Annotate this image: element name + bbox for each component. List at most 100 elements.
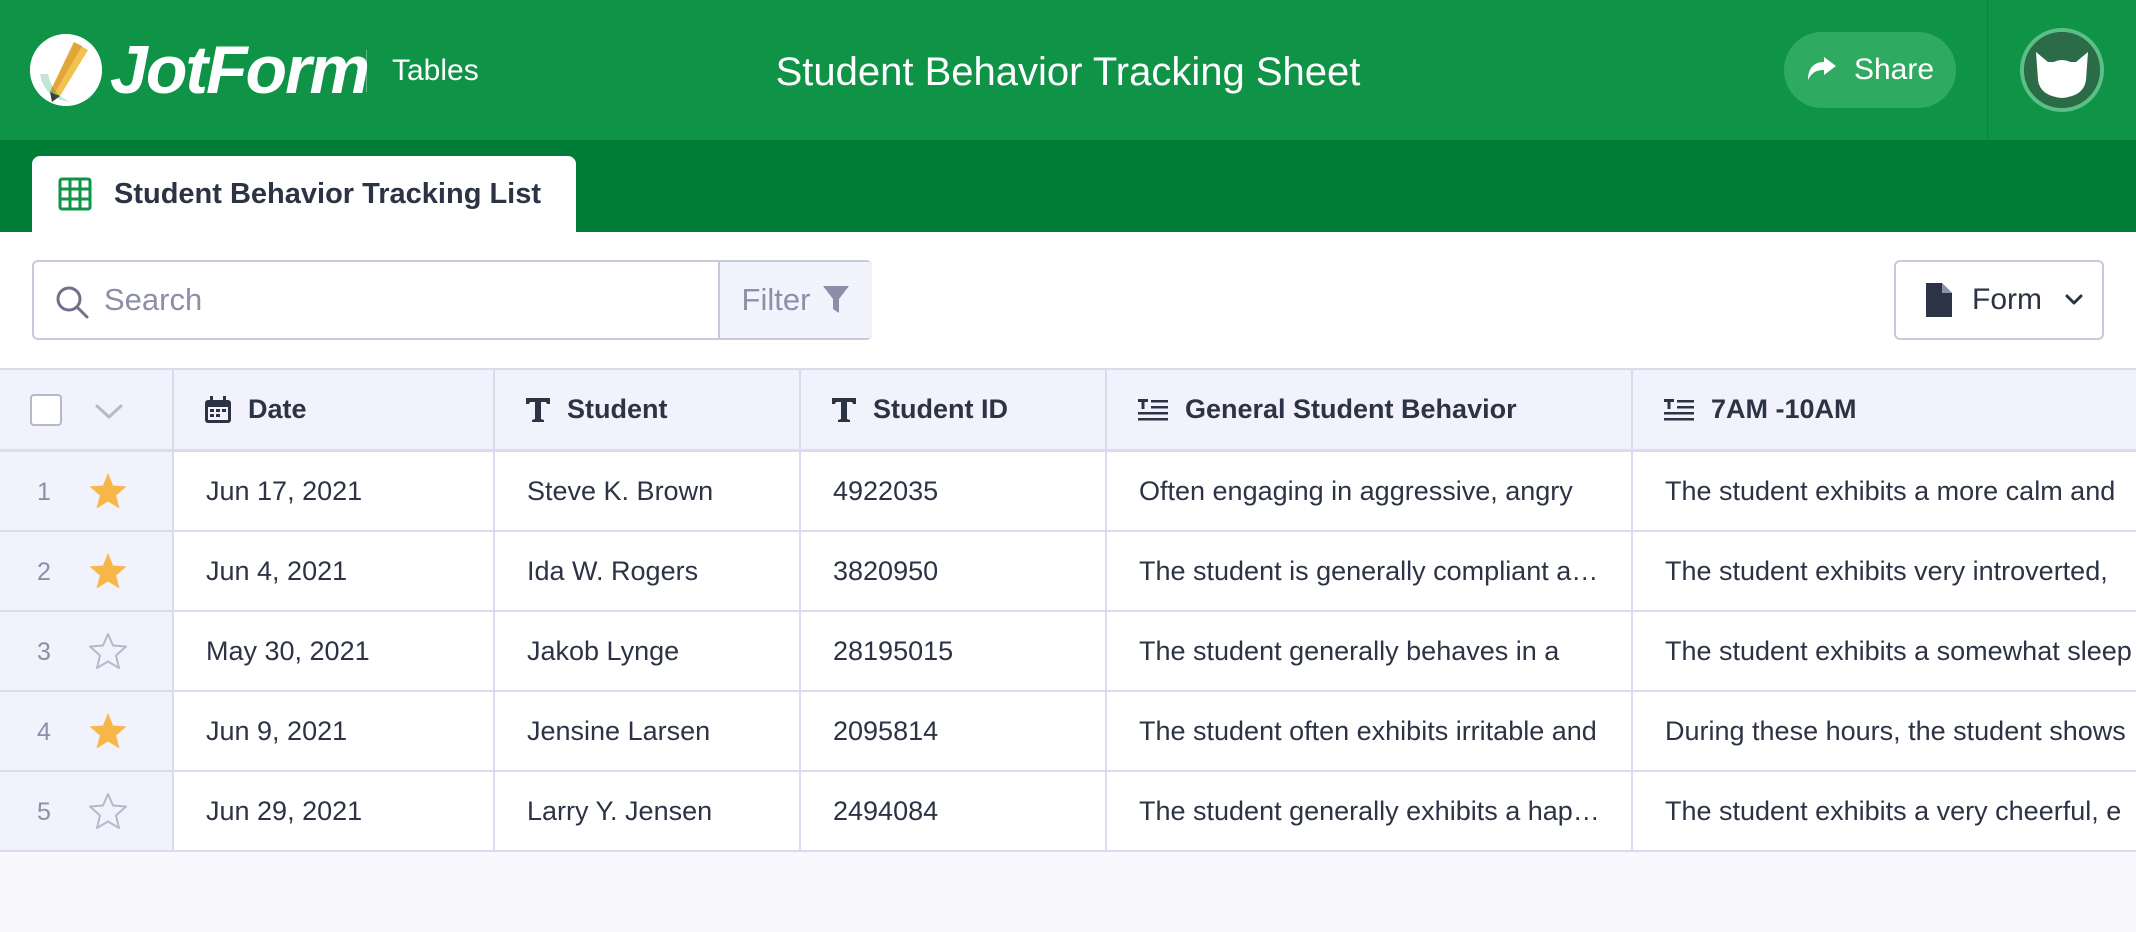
table-row[interactable]: 3 May 30, 2021 Jakob Lynge 28195015 The …: [0, 612, 2136, 692]
long-text-icon: [1138, 398, 1168, 420]
row-select-cell: 1: [0, 452, 174, 530]
user-avatar[interactable]: [2020, 28, 2104, 112]
row-number: 3: [37, 637, 51, 666]
cell-text: Often engaging in aggressive, angry: [1139, 475, 1573, 506]
star-outline-icon[interactable]: [88, 631, 128, 671]
cell-general-behavior[interactable]: The student often exhibits irritable and: [1107, 692, 1633, 770]
cell-student-id[interactable]: 2494084: [801, 772, 1107, 850]
long-text-icon: [1664, 398, 1694, 420]
chevron-down-icon: [2065, 294, 2083, 305]
cell-student-id[interactable]: 3820950: [801, 532, 1107, 610]
table-row[interactable]: 5 Jun 29, 2021 Larry Y. Jensen 2494084 T…: [0, 772, 2136, 852]
cell-student[interactable]: Steve K. Brown: [495, 452, 801, 530]
form-label: Form: [1972, 283, 2042, 316]
column-label: Date: [248, 394, 307, 424]
star-filled-icon[interactable]: [88, 551, 128, 591]
cell-student[interactable]: Jakob Lynge: [495, 612, 801, 690]
cell-text: The student generally behaves in a: [1139, 635, 1560, 666]
cell-date[interactable]: Jun 9, 2021: [174, 692, 495, 770]
search-box: Filter: [32, 260, 872, 340]
table-grid-icon: [58, 177, 92, 211]
column-label: General Student Behavior: [1185, 394, 1517, 424]
table-header-row: Date Student Student ID General Student …: [0, 370, 2136, 452]
cell-student-id[interactable]: 2095814: [801, 692, 1107, 770]
select-all-checkbox[interactable]: [30, 394, 62, 426]
cell-date[interactable]: Jun 17, 2021: [174, 452, 495, 530]
cell-general-behavior[interactable]: The student generally behaves in a: [1107, 612, 1633, 690]
search-icon: [56, 286, 89, 319]
cell-text: Jun 9, 2021: [206, 715, 348, 746]
column-header-general-behavior[interactable]: General Student Behavior: [1107, 370, 1633, 449]
table-row[interactable]: 4 Jun 9, 2021 Jensine Larsen 2095814 The…: [0, 692, 2136, 772]
row-select-cell: 4: [0, 692, 174, 770]
jotform-logo-icon[interactable]: [30, 34, 102, 106]
cell-text: 2095814: [833, 715, 939, 746]
toolbar: Filter Form: [0, 232, 2136, 368]
app-header: JotForm Tables Student Behavior Tracking…: [0, 0, 2136, 140]
row-select-cell: 3: [0, 612, 174, 690]
cell-general-behavior[interactable]: Often engaging in aggressive, angry: [1107, 452, 1633, 530]
cell-student[interactable]: Jensine Larsen: [495, 692, 801, 770]
column-header-student-id[interactable]: Student ID: [801, 370, 1107, 449]
filter-funnel-icon: [823, 286, 850, 313]
data-table: Date Student Student ID General Student …: [0, 368, 2136, 932]
cell-date[interactable]: May 30, 2021: [174, 612, 495, 690]
cell-7am-10am[interactable]: The student exhibits a more calm and: [1633, 452, 2136, 530]
cell-date[interactable]: Jun 29, 2021: [174, 772, 495, 850]
filter-label: Filter: [741, 282, 811, 317]
cell-text: The student exhibits a very cheerful, e: [1665, 795, 2122, 826]
form-button[interactable]: Form: [1894, 260, 2104, 340]
header-divider: [366, 50, 367, 92]
chevron-down-icon[interactable]: [94, 403, 124, 421]
section-label[interactable]: Tables: [392, 50, 479, 92]
cell-student-id[interactable]: 4922035: [801, 452, 1107, 530]
cell-student-id[interactable]: 28195015: [801, 612, 1107, 690]
tab-student-behavior-tracking-list[interactable]: Student Behavior Tracking List: [32, 156, 576, 232]
row-number: 1: [37, 477, 51, 506]
star-filled-icon[interactable]: [88, 471, 128, 511]
cell-text: Steve K. Brown: [527, 475, 714, 506]
cell-student[interactable]: Larry Y. Jensen: [495, 772, 801, 850]
column-label: 7AM -10AM: [1711, 394, 1857, 424]
calendar-icon: [205, 395, 231, 423]
cell-text: Larry Y. Jensen: [527, 795, 713, 826]
cell-text: 28195015: [833, 635, 954, 666]
cell-text: During these hours, the student shows: [1665, 715, 2126, 746]
cell-text: May 30, 2021: [206, 635, 370, 666]
cell-text: Jun 17, 2021: [206, 475, 363, 506]
star-filled-icon[interactable]: [88, 711, 128, 751]
cell-7am-10am[interactable]: The student exhibits a somewhat sleep: [1633, 612, 2136, 690]
cell-text: Ida W. Rogers: [527, 555, 699, 586]
cell-text: The student exhibits a more calm and: [1665, 475, 2116, 506]
column-label: Student ID: [873, 394, 1008, 424]
cell-7am-10am[interactable]: During these hours, the student shows: [1633, 692, 2136, 770]
cell-general-behavior[interactable]: The student is generally compliant and: [1107, 532, 1633, 610]
share-button[interactable]: Share: [1784, 32, 1956, 108]
row-select-cell: 2: [0, 532, 174, 610]
cell-text: The student is generally compliant and: [1139, 555, 1602, 586]
cell-7am-10am[interactable]: The student exhibits a very cheerful, e: [1633, 772, 2136, 850]
column-header-student[interactable]: Student: [495, 370, 801, 449]
search-input[interactable]: [104, 262, 744, 338]
cell-text: 3820950: [833, 555, 939, 586]
column-header-date[interactable]: Date: [174, 370, 495, 449]
row-select-cell: 5: [0, 772, 174, 850]
column-header-7am-10am[interactable]: 7AM -10AM: [1633, 370, 2136, 449]
tab-label: Student Behavior Tracking List: [114, 177, 542, 210]
cell-student[interactable]: Ida W. Rogers: [495, 532, 801, 610]
star-outline-icon[interactable]: [88, 791, 128, 831]
filter-button[interactable]: Filter: [718, 262, 872, 338]
header-divider-right: [1987, 0, 1988, 140]
column-label: Student: [567, 394, 668, 424]
cell-text: The student generally exhibits a happy: [1139, 795, 1602, 826]
cell-date[interactable]: Jun 4, 2021: [174, 532, 495, 610]
page-title: Student Behavior Tracking Sheet: [775, 50, 1361, 94]
table-row[interactable]: 2 Jun 4, 2021 Ida W. Rogers 3820950 The …: [0, 532, 2136, 612]
share-label: Share: [1853, 53, 1935, 86]
document-icon: [1926, 283, 1952, 317]
table-row[interactable]: 1 Jun 17, 2021 Steve K. Brown 4922035 Of…: [0, 452, 2136, 532]
row-number: 5: [37, 797, 51, 826]
cell-7am-10am[interactable]: The student exhibits very introverted,: [1633, 532, 2136, 610]
jotform-logo-text[interactable]: JotForm: [110, 26, 370, 114]
cell-general-behavior[interactable]: The student generally exhibits a happy: [1107, 772, 1633, 850]
